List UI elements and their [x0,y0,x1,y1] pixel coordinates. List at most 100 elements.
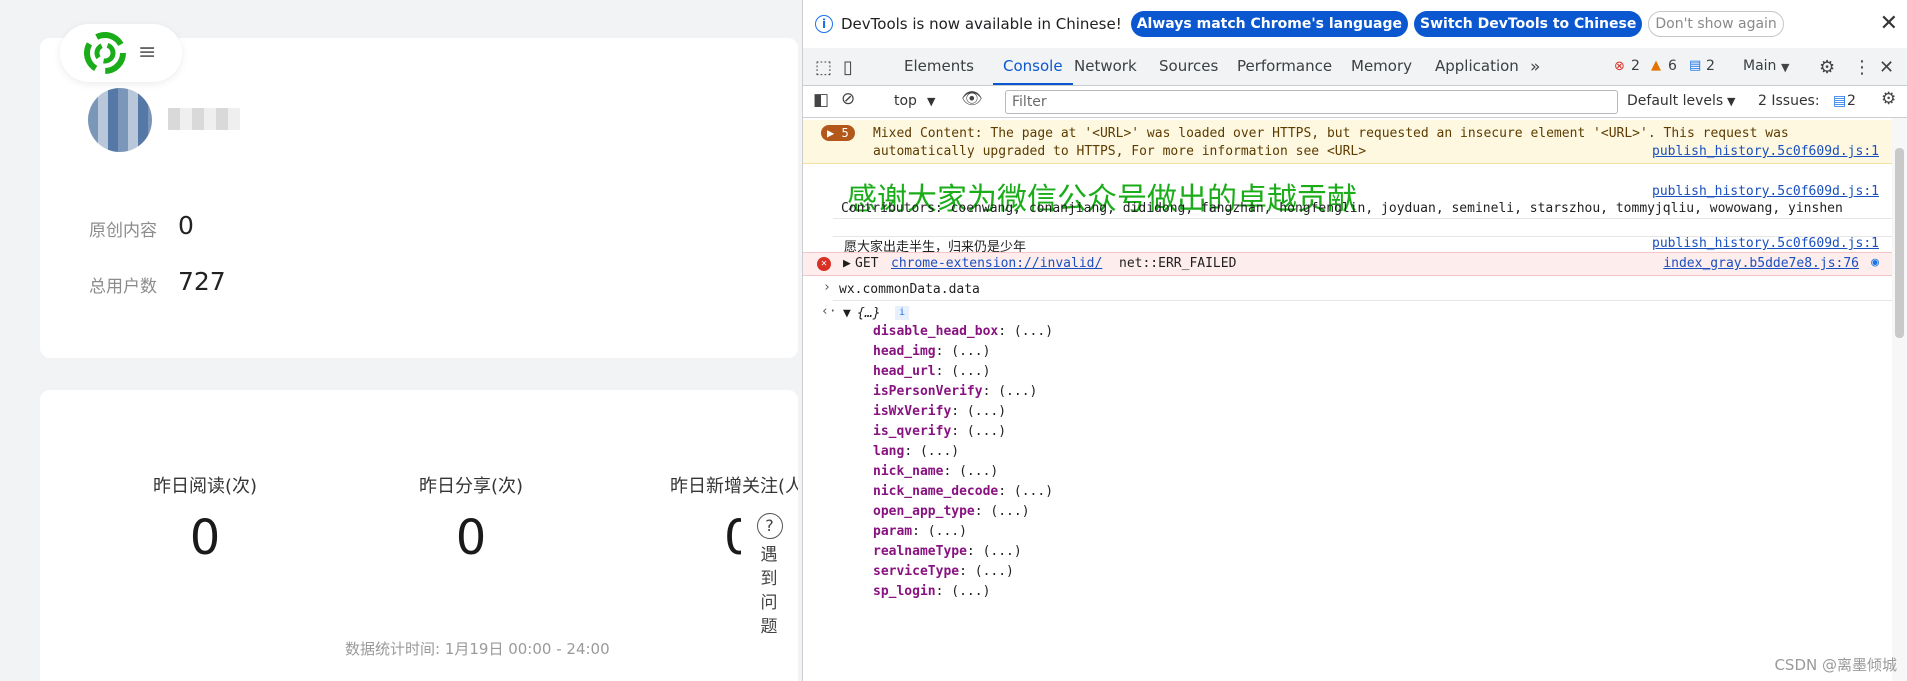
context-selector[interactable]: Main [1743,48,1776,85]
property-value[interactable]: : (...) [975,504,1030,519]
error-count-icon[interactable]: ⊗ [1614,59,1625,74]
device-toolbar-icon[interactable]: ▯ [843,57,853,78]
console-scrollbar[interactable] [1892,118,1907,681]
inspect-element-icon[interactable]: ⬚ [815,57,832,78]
logo-pill[interactable]: ≡ [60,24,182,82]
help-button[interactable]: ? 遇到问题 [741,505,798,660]
wechat-mp-dashboard: ≡ 原创内容 0 总用户数 727 昨日阅读(次) 0 昨日分享(次) 0 昨日… [0,0,798,681]
property-value[interactable]: : (...) [951,404,1006,419]
info-count[interactable]: 2 [1706,48,1715,85]
help-label: 遇到问题 [760,545,778,637]
object-property-row[interactable]: realnameType: (...) [873,544,1022,559]
property-key: sp_login [873,584,936,599]
yesterday-reads-value: 0 [189,510,221,566]
error-url[interactable]: chrome-extension://invalid/ [891,256,1102,271]
tab-elements[interactable]: Elements [904,48,974,85]
eye-icon[interactable]: 👁 [961,89,983,109]
tab-network[interactable]: Network [1074,48,1137,85]
property-value[interactable]: : (...) [967,544,1022,559]
property-value[interactable]: : (...) [936,364,991,379]
issues-label[interactable]: 2 Issues: [1758,93,1820,109]
object-property-row[interactable]: nick_name: (...) [873,464,998,479]
account-name-blurred [168,108,240,130]
close-devtools-icon[interactable]: ✕ [1879,57,1894,78]
chevron-down-icon[interactable]: ▼ [1727,95,1735,108]
object-property-row[interactable]: is_qverify: (...) [873,424,1006,439]
issues-icon[interactable]: ▤ [1833,93,1846,109]
object-property-row[interactable]: serviceType: (...) [873,564,1014,579]
more-tabs-icon[interactable]: » [1530,57,1540,77]
tab-memory[interactable]: Memory [1351,48,1412,85]
tab-performance[interactable]: Performance [1237,48,1332,85]
warning-badge[interactable]: ▶ 5 [821,125,855,141]
property-key: head_img [873,344,936,359]
chevron-down-icon[interactable]: ▼ [1781,61,1789,74]
expand-arrow-icon[interactable]: ▶ [843,256,851,271]
property-value[interactable]: : (...) [998,484,1053,499]
chevron-down-icon[interactable]: ▼ [927,95,935,108]
language-infobar: i DevTools is now available in Chinese! … [803,0,1907,48]
property-value[interactable]: : (...) [936,344,991,359]
property-value[interactable]: : (...) [936,584,991,599]
sidebar-toggle-icon[interactable]: ◧ [813,90,829,110]
yesterday-reads-label: 昨日阅读(次) [152,476,258,497]
scrollbar-thumb[interactable] [1895,148,1904,338]
object-property-row[interactable]: head_img: (...) [873,344,990,359]
property-value[interactable]: : (...) [904,444,959,459]
total-users-value: 727 [178,267,226,296]
source-link-2[interactable]: publish_history.5c0f609d.js:1 [1652,184,1879,199]
filter-input[interactable]: Filter [1005,90,1618,114]
warning-count[interactable]: 6 [1668,48,1677,85]
yesterday-shares: 昨日分享(次) 0 [356,472,586,566]
property-value[interactable]: : (...) [912,524,967,539]
kebab-menu-icon[interactable]: ⋮ [1853,57,1871,78]
property-value[interactable]: : (...) [983,384,1038,399]
console-settings-icon[interactable]: ⚙ [1881,89,1896,109]
close-icon[interactable]: ✕ [1880,11,1898,36]
default-levels-dropdown[interactable]: Default levels [1627,93,1723,109]
tab-sources[interactable]: Sources [1159,48,1218,85]
top-frame-selector[interactable]: top [894,93,917,109]
match-language-button[interactable]: Always match Chrome's language [1130,11,1408,37]
object-property-row[interactable]: isWxVerify: (...) [873,404,1006,419]
tab-application[interactable]: Application [1435,48,1519,85]
switch-language-button[interactable]: Switch DevTools to Chinese [1414,11,1643,37]
object-preview[interactable]: {…} [857,306,897,321]
result-arrow-icon: ‹· [821,304,837,319]
property-key: nick_name_decode [873,484,999,499]
object-property-row[interactable]: disable_head_box: (...) [873,324,1053,339]
tab-console[interactable]: Console [993,48,1073,85]
issues-count[interactable]: 2 [1847,93,1856,109]
object-property-row[interactable]: lang: (...) [873,444,959,459]
info-badge-icon[interactable]: i [895,306,909,320]
object-property-row[interactable]: head_url: (...) [873,364,990,379]
property-value[interactable]: : (...) [959,564,1014,579]
error-count[interactable]: 2 [1631,48,1640,85]
console-output: ▶ 5 Mixed Content: The page at '<URL>' w… [803,118,1893,681]
object-property-row[interactable]: sp_login: (...) [873,584,990,599]
gear-icon[interactable]: ⚙ [1819,57,1835,78]
object-property-row[interactable]: nick_name_decode: (...) [873,484,1053,499]
warning-badge-count: 5 [841,126,849,140]
property-value[interactable]: : (...) [943,464,998,479]
property-value[interactable]: : (...) [998,324,1053,339]
info-count-icon[interactable]: ▤ [1689,58,1701,73]
object-property-row[interactable]: open_app_type: (...) [873,504,1030,519]
source-link-1[interactable]: publish_history.5c0f609d.js:1 [1652,144,1879,159]
menu-icon[interactable]: ≡ [138,40,156,65]
dont-show-again-button[interactable]: Don't show again [1648,11,1784,37]
property-key: open_app_type [873,504,975,519]
network-request-icon[interactable]: ◉ [1871,255,1879,270]
property-value[interactable]: : (...) [951,424,1006,439]
yesterday-shares-label: 昨日分享(次) [418,476,524,497]
object-property-row[interactable]: param: (...) [873,524,967,539]
clear-console-icon[interactable]: ⊘ [841,89,855,109]
warning-count-icon[interactable]: ▲ [1651,58,1661,73]
property-key: head_url [873,364,936,379]
divider [833,300,1893,301]
stat-time: 数据统计时间: 1月19日 00:00 - 24:00 [345,640,610,658]
object-property-row[interactable]: isPersonVerify: (...) [873,384,1037,399]
yesterday-new-follows-label: 昨日新增关注(人 [670,476,798,497]
error-source-link[interactable]: index_gray.b5dde7e8.js:76 [1663,256,1859,271]
devtools-tabbar: ⬚ ▯ Elements Console Network Sources Per… [803,48,1907,86]
